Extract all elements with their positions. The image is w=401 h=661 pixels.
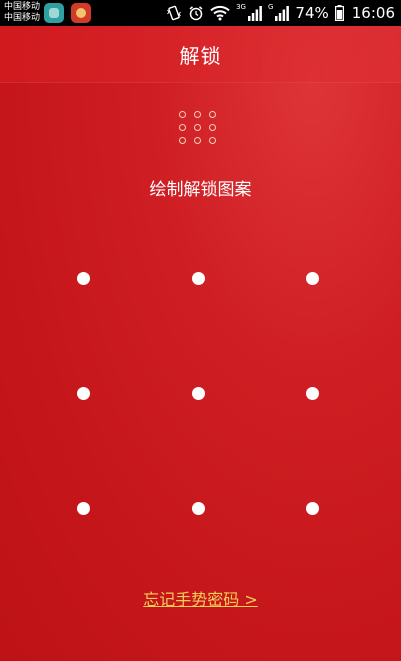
- vibrate-icon: [167, 5, 181, 21]
- clock: 16:06: [351, 4, 395, 22]
- carrier-1: 中国移动: [4, 2, 41, 12]
- title-bar: 解锁: [0, 26, 401, 83]
- forgot-pattern-row: 忘记手势密码 >: [0, 586, 401, 610]
- teal-app-icon: [44, 3, 64, 23]
- pattern-dot-4[interactable]: [77, 387, 90, 400]
- carrier-labels: 中国移动 中国移动: [4, 2, 40, 24]
- status-bar: 中国移动 中国移动 3G G 74% 16:06: [0, 0, 401, 26]
- pattern-dot-1[interactable]: [77, 272, 90, 285]
- battery-percent: 74%: [295, 4, 329, 22]
- status-indicators: 3G G 74% 16:06: [166, 0, 395, 26]
- battery-icon: [334, 5, 344, 21]
- pattern-dot-7[interactable]: [77, 502, 90, 515]
- red-app-icon: [71, 3, 91, 23]
- pattern-dot-6[interactable]: [306, 387, 319, 400]
- wifi-icon: [210, 5, 230, 21]
- unlock-screen: 中国移动 中国移动 3G G 74% 16:06 解锁 绘制解锁图案 忘记手势密…: [0, 0, 401, 661]
- page-title: 解锁: [179, 43, 222, 68]
- carrier-2: 中国移动: [4, 13, 41, 23]
- pattern-dot-8[interactable]: [192, 502, 205, 515]
- pattern-dot-9[interactable]: [306, 502, 319, 515]
- pattern-dot-5[interactable]: [192, 387, 205, 400]
- network-type-1: 3G: [236, 3, 246, 11]
- alarm-icon: [189, 6, 203, 21]
- forgot-pattern-link[interactable]: 忘记手势密码 >: [143, 590, 258, 609]
- pattern-dot-2[interactable]: [192, 272, 205, 285]
- draw-pattern-instruction: 绘制解锁图案: [149, 180, 252, 200]
- network-type-2: G: [267, 3, 274, 11]
- signal-icon: [275, 6, 290, 21]
- signal-icon: [247, 6, 262, 21]
- pattern-dot-3[interactable]: [306, 272, 319, 285]
- pattern-preview-icon: [179, 111, 219, 145]
